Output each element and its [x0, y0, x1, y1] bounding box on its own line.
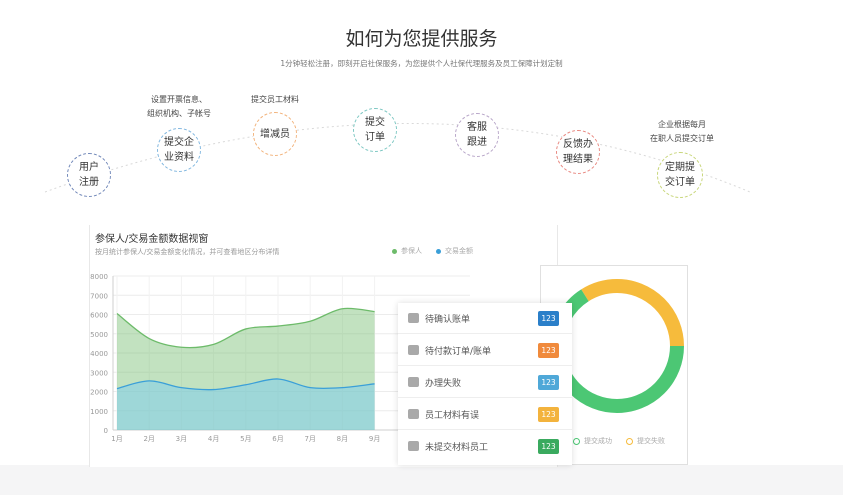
todo-item-unpaid[interactable]: 待付款订单/账单 123 [398, 335, 572, 366]
x-tick-label: 2月 [143, 435, 154, 443]
todo-label: 待确认账单 [425, 315, 471, 325]
count-badge: 123 [538, 407, 559, 422]
x-tick-label: 1月 [111, 435, 122, 443]
y-tick-label: 1000 [90, 408, 108, 416]
y-tick-label: 0 [104, 427, 108, 435]
legend-ring-icon [626, 437, 633, 445]
x-tick-label: 7月 [304, 435, 315, 443]
y-tick-label: 3000 [90, 369, 108, 377]
document-icon [408, 377, 419, 387]
x-tick-label: 6月 [272, 435, 283, 443]
count-badge: 123 [538, 343, 559, 358]
count-badge: 123 [538, 375, 559, 390]
todo-item-failed[interactable]: 办理失败 123 [398, 367, 572, 398]
todo-item-material-error[interactable]: 员工材料有误 123 [398, 399, 572, 430]
y-tick-label: 8000 [90, 273, 108, 281]
legend-label: 提交成功 [584, 437, 612, 445]
todo-list: 待确认账单 123 待付款订单/账单 123 办理失败 123 员工材料有误 1… [398, 303, 572, 465]
count-badge: 123 [538, 311, 559, 326]
legend-ring-icon [573, 437, 580, 445]
x-tick-label: 5月 [240, 435, 251, 443]
y-tick-label: 5000 [90, 331, 108, 339]
bill-icon [408, 313, 419, 323]
users-icon [408, 409, 419, 419]
todo-item-missing-material[interactable]: 未提交材料员工 123 [398, 431, 572, 462]
donut-legend-item: 提交成功 [573, 436, 612, 446]
x-tick-label: 3月 [176, 435, 187, 443]
x-tick-label: 9月 [369, 435, 380, 443]
y-tick-label: 6000 [90, 312, 108, 320]
y-tick-label: 4000 [90, 350, 108, 358]
todo-item-bill-confirm[interactable]: 待确认账单 123 [398, 303, 572, 334]
todo-label: 待付款订单/账单 [425, 347, 492, 357]
y-tick-label: 7000 [90, 292, 108, 300]
legend-label: 提交失败 [637, 437, 665, 445]
x-tick-label: 8月 [337, 435, 348, 443]
todo-label: 办理失败 [425, 379, 462, 389]
todo-label: 员工材料有误 [425, 411, 480, 421]
count-badge: 123 [538, 439, 559, 454]
todo-label: 未提交材料员工 [425, 443, 489, 453]
id-card-icon [408, 441, 419, 451]
donut-legend-item: 提交失败 [626, 436, 665, 446]
y-tick-label: 2000 [90, 389, 108, 397]
wallet-icon [408, 345, 419, 355]
x-tick-label: 4月 [208, 435, 219, 443]
